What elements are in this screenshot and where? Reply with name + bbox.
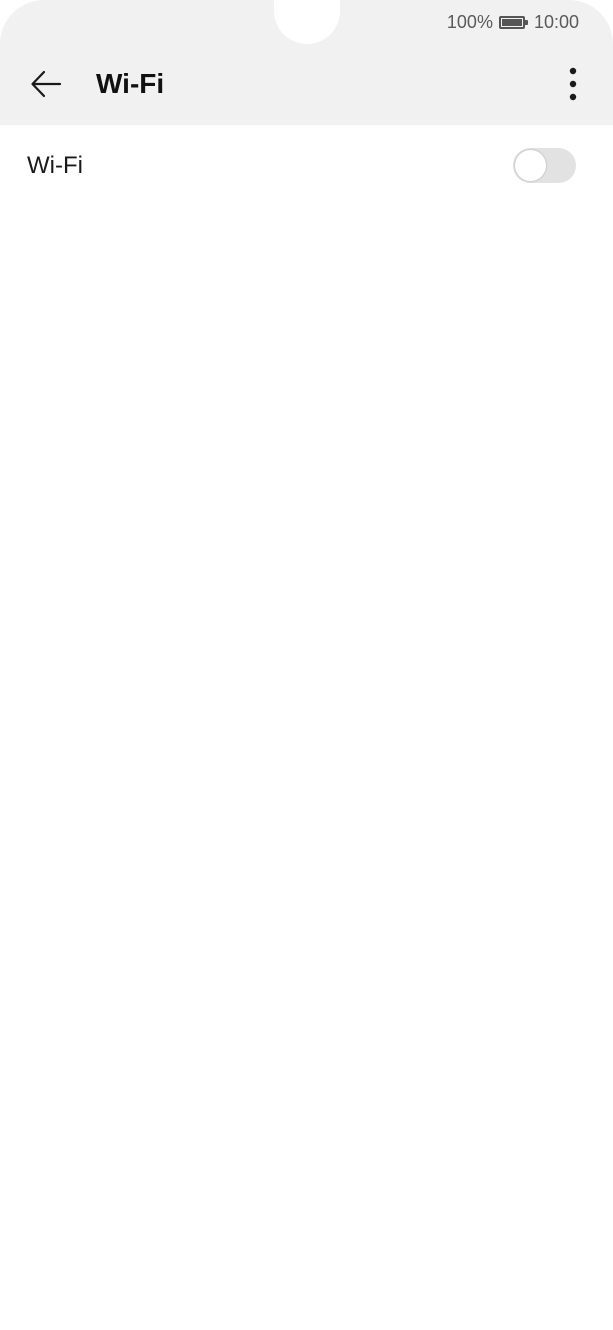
toggle-knob <box>515 150 546 181</box>
phone-screen: 100% 10:00 Wi-Fi Wi-Fi <box>0 0 613 1330</box>
more-vertical-icon <box>569 67 577 101</box>
wifi-toggle[interactable] <box>513 148 576 183</box>
wifi-setting-row[interactable]: Wi-Fi <box>0 125 613 207</box>
app-header: 100% 10:00 Wi-Fi <box>0 0 613 125</box>
status-bar: 100% 10:00 <box>447 10 579 34</box>
battery-percent: 100% <box>446 11 493 32</box>
back-button[interactable] <box>24 64 68 104</box>
display-notch <box>274 0 340 44</box>
status-time: 10:00 <box>533 11 579 32</box>
arrow-left-icon <box>31 70 62 98</box>
toolbar: Wi-Fi <box>0 56 613 112</box>
battery-full-icon <box>498 15 528 29</box>
more-options-button[interactable] <box>553 64 593 104</box>
page-title: Wi-Fi <box>96 68 165 99</box>
wifi-setting-label: Wi-Fi <box>27 152 83 179</box>
